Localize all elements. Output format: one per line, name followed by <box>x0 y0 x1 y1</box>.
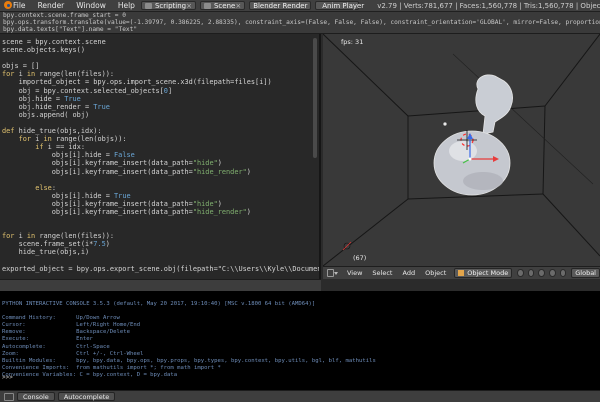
rotate-mode-icon[interactable] <box>559 269 567 277</box>
console-line: Remove: Backspace/Delete <box>2 329 130 336</box>
origin-dot <box>442 121 448 127</box>
code-line[interactable]: exported_object = bpy.ops.export_scene.o… <box>2 265 319 273</box>
console-line: Execute: Enter <box>2 336 93 343</box>
anim-player-button[interactable]: Anim Player <box>315 1 364 10</box>
code-line[interactable] <box>2 54 319 62</box>
info-log-line: bpy.data.texts["Text"].name = "Text" <box>3 26 138 33</box>
autocomplete-button[interactable]: Autocomplete <box>57 392 116 401</box>
code-line[interactable]: for i in range(len(files)): <box>2 232 319 240</box>
code-area[interactable]: scene = bpy.context.scene scene.objects.k… <box>2 38 319 273</box>
code-line[interactable]: objs[i].hide = False <box>2 151 319 159</box>
code-line[interactable]: objs[i].hide = True <box>2 192 319 200</box>
editor-type-icon[interactable] <box>327 269 339 277</box>
close-icon[interactable]: × <box>186 2 192 10</box>
console-line: Command History: Up/Down Arrow <box>2 315 120 322</box>
render-engine-label: Blender Render <box>253 1 308 10</box>
code-line[interactable]: obj.hide_render = True <box>2 103 319 111</box>
console-output: PYTHON INTERACTIVE CONSOLE 3.5.3 (defaul… <box>2 301 376 379</box>
console-prompt[interactable]: >>> <box>2 374 16 381</box>
layout-label: Scripting <box>154 1 187 10</box>
orientation-selector[interactable]: Global <box>571 268 600 278</box>
fps-readout: fps: 31 <box>341 38 364 46</box>
console-line: Cursor: Left/Right Home/End <box>2 322 141 329</box>
pivot-icon[interactable] <box>527 269 535 277</box>
console-line: Zoom: Ctrl +/-, Ctrl-Wheel <box>2 350 144 357</box>
editor-type-icon[interactable] <box>4 392 14 401</box>
text-editor-scrollbar[interactable] <box>313 38 317 158</box>
menu-help[interactable]: Help <box>112 1 141 10</box>
code-line[interactable]: objs.append( obj) <box>2 111 319 119</box>
code-line[interactable]: def hide_true(objs,idx): <box>2 127 319 135</box>
text-editor[interactable]: scene = bpy.context.scene scene.objects.k… <box>0 34 321 279</box>
info-log: bpy.context.scene.frame_start = 0 bpy.op… <box>0 12 600 34</box>
text-editor-header <box>0 279 321 291</box>
code-line[interactable]: objs[i].keyframe_insert(data_path="hide"… <box>2 159 319 167</box>
code-line[interactable]: objs[i].keyframe_insert(data_path="hide"… <box>2 200 319 208</box>
code-line[interactable]: objs[i].keyframe_insert(data_path="hide_… <box>2 168 319 176</box>
info-log-line: bpy.context.scene.frame_start = 0 <box>3 12 126 19</box>
orientation-label: Global <box>575 269 596 277</box>
shading-icon[interactable] <box>517 269 524 277</box>
code-line[interactable]: hide_true(objs,i) <box>2 248 319 256</box>
room-edge <box>407 105 546 117</box>
scene-stats: v2.79 | Verts:781,677 | Faces:1,560,778 … <box>377 1 600 10</box>
console-line: Builtin Modules: bpy, bpy.data, bpy.ops,… <box>2 357 376 364</box>
menu-select[interactable]: Select <box>367 269 397 277</box>
code-line[interactable]: if i == idx: <box>2 143 319 151</box>
info-log-line: bpy.ops.transform.translate(value=(-1.39… <box>3 19 600 26</box>
room-edge <box>544 34 600 107</box>
code-line[interactable]: objs = [] <box>2 62 319 70</box>
transform-mode-icon[interactable] <box>549 269 556 277</box>
code-line[interactable]: for i in range(len(files)): <box>2 70 319 78</box>
selected-mesh-object[interactable] <box>433 74 513 196</box>
console-line: Convenience Imports: from mathutils impo… <box>2 364 221 371</box>
code-line[interactable] <box>2 176 319 184</box>
console-header: Console Autocomplete <box>0 390 600 402</box>
code-line[interactable]: else: <box>2 184 319 192</box>
viewport-header: View Select Add Object Object Mode Globa… <box>323 266 600 279</box>
code-line[interactable]: scene.frame_set(i*7.5) <box>2 240 319 248</box>
code-line[interactable]: objs[i].keyframe_insert(data_path="hide_… <box>2 208 319 216</box>
menu-object[interactable]: Object <box>420 269 451 277</box>
room-edge <box>542 105 546 195</box>
anim-player-label: Anim Player <box>322 1 365 10</box>
code-line[interactable]: scene.objects.keys() <box>2 46 319 54</box>
code-line[interactable]: scene = bpy.context.scene <box>2 38 319 46</box>
render-engine-selector[interactable]: Blender Render <box>249 1 312 10</box>
code-line[interactable] <box>2 257 319 265</box>
scene-icon <box>203 2 211 9</box>
3d-viewport[interactable]: fps: 31 (67) <box>323 34 600 266</box>
console-line: PYTHON INTERACTIVE CONSOLE 3.5.3 (defaul… <box>2 301 316 307</box>
top-header: File Render Window Help Scripting × Scen… <box>0 0 600 12</box>
python-console[interactable]: PYTHON INTERACTIVE CONSOLE 3.5.3 (defaul… <box>0 291 600 390</box>
scene-label: Scene <box>213 1 236 10</box>
code-line[interactable] <box>2 216 319 224</box>
room-edge <box>542 193 600 257</box>
code-line[interactable]: obj.hide = True <box>2 95 319 103</box>
object-mode-label: Object Mode <box>467 269 509 277</box>
menu-window[interactable]: Window <box>70 1 112 10</box>
object-mode-icon <box>458 270 465 276</box>
menu-view[interactable]: View <box>342 269 367 277</box>
scene-selector[interactable]: Scene × <box>199 1 246 10</box>
object-mode-selector[interactable]: Object Mode <box>454 268 513 278</box>
code-line[interactable] <box>2 119 319 127</box>
console-line: Autocomplete: Ctrl-Space <box>2 343 110 350</box>
console-menu-button[interactable]: Console <box>17 392 55 401</box>
viewport-scene <box>323 34 600 266</box>
menu-add[interactable]: Add <box>397 269 420 277</box>
code-line[interactable]: obj = bpy.context.selected_objects[0] <box>2 87 319 95</box>
layout-icon <box>144 2 152 9</box>
code-line[interactable]: imported_object = bpy.ops.import_scene.x… <box>2 78 319 86</box>
frame-number: (67) <box>353 254 367 262</box>
layout-selector[interactable]: Scripting × <box>140 1 196 10</box>
room-edge <box>323 34 409 117</box>
code-line[interactable] <box>2 224 319 232</box>
menu-render[interactable]: Render <box>32 1 71 10</box>
console-line: Convenience Variables: C = bpy.context, … <box>2 371 178 378</box>
code-line[interactable]: for i in range(len(objs)): <box>2 135 319 143</box>
close-icon[interactable]: × <box>235 2 241 10</box>
manipulator-icon[interactable] <box>538 269 546 277</box>
